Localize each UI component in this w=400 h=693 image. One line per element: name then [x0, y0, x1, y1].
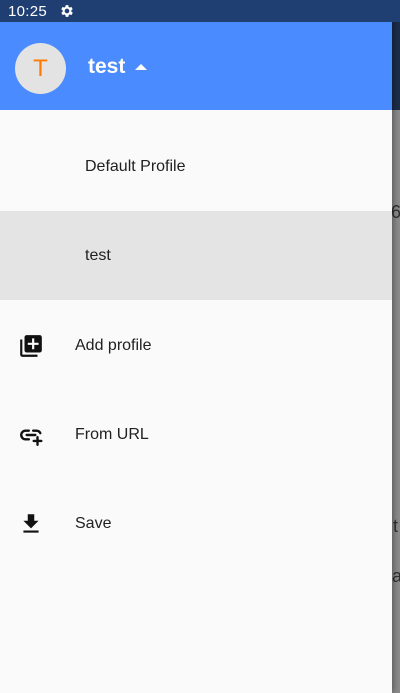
add-profile-button[interactable]: Add profile — [0, 301, 392, 390]
add-profile-label: Add profile — [75, 336, 152, 354]
add-box-icon — [18, 333, 44, 359]
download-icon — [18, 511, 44, 537]
save-button[interactable]: Save — [0, 479, 392, 568]
status-time: 10:25 — [8, 2, 48, 20]
account-switcher[interactable]: test — [88, 55, 148, 79]
account-name: test — [88, 55, 126, 78]
profile-item-label: test — [85, 246, 111, 264]
avatar[interactable]: T — [15, 43, 66, 94]
gear-icon — [59, 3, 75, 19]
navigation-drawer: T test Default Profile test Add profile — [0, 0, 392, 693]
status-bar: 10:25 — [0, 0, 400, 22]
avatar-initial: T — [33, 54, 48, 82]
profile-item-label: Default Profile — [85, 157, 186, 175]
caret-up-icon — [135, 64, 148, 70]
link-add-icon — [18, 422, 44, 448]
drawer-header: T test — [0, 22, 392, 110]
profile-item-default[interactable]: Default Profile — [0, 122, 392, 211]
from-url-button[interactable]: From URL — [0, 390, 392, 479]
from-url-label: From URL — [75, 425, 149, 443]
save-label: Save — [75, 514, 112, 532]
profile-item-test[interactable]: test — [0, 211, 392, 300]
